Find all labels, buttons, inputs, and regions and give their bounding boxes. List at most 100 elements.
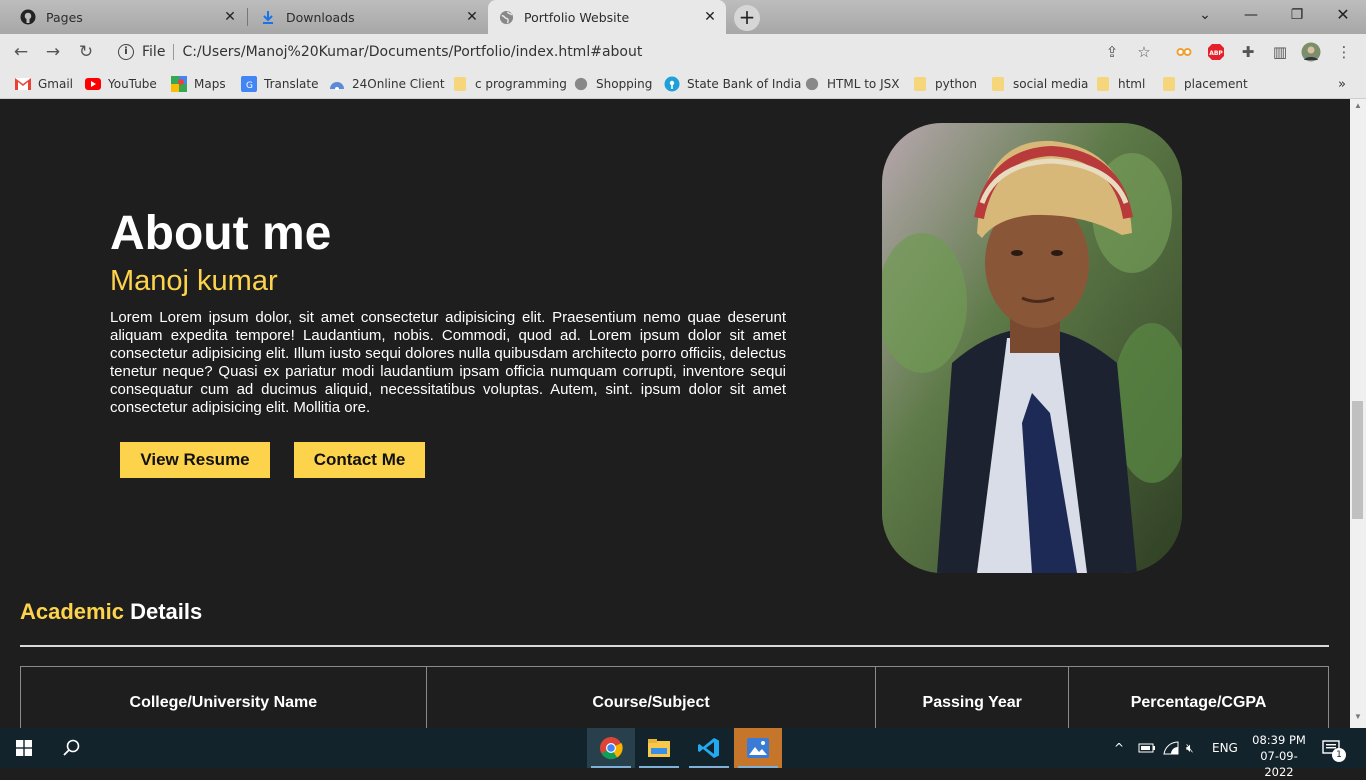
- academic-table: College/University Name Course/Subject P…: [20, 666, 1329, 728]
- contact-me-button[interactable]: Contact Me: [294, 442, 425, 478]
- svg-text:G: G: [246, 81, 253, 91]
- vscode-icon[interactable]: [685, 728, 733, 768]
- tab-portfolio-website[interactable]: Portfolio Website ✕: [488, 0, 726, 34]
- tab-title: Portfolio Website: [524, 9, 630, 25]
- bookmark-label: python: [935, 77, 977, 91]
- url-text[interactable]: C:/Users/Manoj%20Kumar/Documents/Portfol…: [182, 44, 642, 60]
- folder-icon: [1095, 76, 1111, 92]
- column-header-passing-year: Passing Year: [875, 666, 1070, 728]
- bookmark-label: html: [1118, 77, 1146, 91]
- clock-time: 08:39 PM: [1252, 733, 1306, 747]
- page-scrollbar[interactable]: ▲ ▼: [1350, 99, 1366, 728]
- bookmark-gmail[interactable]: Gmail: [15, 76, 73, 92]
- bookmark-python[interactable]: python: [912, 76, 977, 92]
- profile-photo: [882, 123, 1182, 573]
- restore-button[interactable]: ❐: [1274, 0, 1320, 30]
- close-tab-icon[interactable]: ✕: [222, 9, 238, 25]
- bookmark-label: 24Online Client: [352, 77, 445, 91]
- bookmark-star-icon[interactable]: ☆: [1134, 42, 1154, 62]
- owl-extension-icon[interactable]: [1174, 42, 1194, 62]
- side-panel-icon[interactable]: ▥: [1270, 42, 1290, 62]
- bookmark-sbi[interactable]: State Bank of India: [664, 76, 801, 92]
- tab-strip: Pages ✕ Downloads ✕ Portfolio Website ✕ …: [0, 0, 1366, 34]
- github-icon: [20, 9, 36, 25]
- bookmark-label: c programming: [475, 77, 567, 91]
- youtube-icon: [85, 76, 101, 92]
- bookmark-html[interactable]: html: [1095, 76, 1145, 92]
- adblock-plus-icon[interactable]: ABP: [1206, 42, 1226, 62]
- minimize-button[interactable]: —: [1228, 0, 1274, 30]
- bookmarks-bar: Gmail YouTube Maps G Translate 24Online …: [0, 70, 1366, 99]
- tab-downloads[interactable]: Downloads ✕: [248, 0, 488, 34]
- translate-icon: G: [241, 76, 257, 92]
- folder-icon: [1161, 76, 1177, 92]
- about-title: About me: [110, 207, 332, 260]
- academic-title-rest: Details: [130, 599, 203, 624]
- profile-avatar-icon[interactable]: [1301, 42, 1321, 62]
- more-bookmarks-icon[interactable]: »: [1338, 76, 1346, 92]
- file-explorer-icon[interactable]: [635, 728, 683, 768]
- clock-date: 07-09-2022: [1260, 749, 1298, 779]
- chrome-menu-icon[interactable]: ⋮: [1334, 42, 1354, 62]
- address-bar[interactable]: i File C:/Users/Manoj%20Kumar/Documents/…: [110, 39, 1160, 65]
- bookmark-label: Shopping: [596, 77, 653, 91]
- portfolio-page: About me Manoj kumar Lorem Lorem ipsum d…: [0, 99, 1350, 728]
- bookmark-label: YouTube: [108, 77, 157, 91]
- share-icon[interactable]: ⇪: [1102, 42, 1122, 62]
- search-icon[interactable]: [48, 728, 96, 768]
- bookmark-shopping[interactable]: Shopping: [573, 76, 652, 92]
- back-button[interactable]: ←: [9, 40, 33, 64]
- globe-icon: [573, 76, 589, 92]
- scroll-down-arrow[interactable]: ▼: [1350, 712, 1366, 726]
- notification-count-badge: 1: [1332, 748, 1346, 762]
- close-tab-icon[interactable]: ✕: [464, 9, 480, 25]
- forward-button[interactable]: →: [41, 40, 65, 64]
- system-clock[interactable]: 08:39 PM 07-09-2022: [1248, 732, 1310, 780]
- site-info-icon[interactable]: i: [118, 44, 134, 60]
- bookmark-label: Maps: [194, 77, 226, 91]
- scrollbar-thumb[interactable]: [1352, 401, 1363, 519]
- notification-center-icon[interactable]: 1: [1322, 728, 1346, 768]
- photos-icon[interactable]: [734, 728, 782, 768]
- bookmark-label: Translate: [264, 77, 319, 91]
- academic-details-heading: Academic Details: [20, 599, 202, 625]
- column-header-percentage: Percentage/CGPA: [1068, 666, 1329, 728]
- language-indicator[interactable]: ENG: [1212, 728, 1238, 768]
- reload-button[interactable]: ↻: [74, 40, 98, 64]
- close-tab-icon[interactable]: ✕: [702, 9, 718, 25]
- globe-icon: [498, 9, 514, 25]
- bookmark-social-media[interactable]: social media: [990, 76, 1088, 92]
- 24online-icon: [329, 76, 345, 92]
- chrome-icon[interactable]: [587, 728, 635, 768]
- show-hidden-icons[interactable]: ^: [1114, 728, 1124, 768]
- bookmark-24online[interactable]: 24Online Client: [329, 76, 445, 92]
- windows-start-icon[interactable]: [0, 728, 48, 768]
- gmail-icon: [15, 76, 31, 92]
- extensions-puzzle-icon[interactable]: ✚: [1238, 42, 1258, 62]
- bookmark-label: HTML to JSX: [827, 77, 900, 91]
- close-window-button[interactable]: ✕: [1320, 0, 1366, 30]
- new-tab-button[interactable]: +: [734, 5, 760, 31]
- section-divider: [20, 645, 1329, 647]
- browser-toolbar: ← → ↻ i File C:/Users/Manoj%20Kumar/Docu…: [0, 34, 1366, 70]
- bookmark-html-to-jsx[interactable]: HTML to JSX: [804, 76, 899, 92]
- volume-muted-icon[interactable]: 🔇︎: [1186, 728, 1194, 768]
- scroll-up-arrow[interactable]: ▲: [1350, 101, 1366, 115]
- bookmark-label: social media: [1013, 77, 1089, 91]
- bookmark-youtube[interactable]: YouTube: [85, 76, 157, 92]
- view-resume-button[interactable]: View Resume: [120, 442, 270, 478]
- bookmark-c-programming[interactable]: c programming: [452, 76, 567, 92]
- bookmark-label: placement: [1184, 77, 1248, 91]
- bookmark-placement[interactable]: placement: [1161, 76, 1248, 92]
- tab-pages[interactable]: Pages ✕: [0, 0, 246, 34]
- download-icon: [260, 9, 276, 25]
- bookmark-maps[interactable]: Maps: [171, 76, 226, 92]
- wifi-icon[interactable]: [1163, 728, 1179, 768]
- battery-icon[interactable]: [1138, 728, 1156, 768]
- windows-taskbar: ^ 🔇︎ ENG 08:39 PM 07-09-2022 1: [0, 728, 1366, 779]
- about-description: Lorem Lorem ipsum dolor, sit amet consec…: [110, 309, 786, 416]
- table-header-row: College/University Name Course/Subject P…: [20, 666, 1329, 728]
- tab-search-icon[interactable]: ⌄: [1182, 0, 1228, 30]
- bookmark-translate[interactable]: G Translate: [241, 76, 319, 92]
- tab-title: Pages: [46, 9, 83, 25]
